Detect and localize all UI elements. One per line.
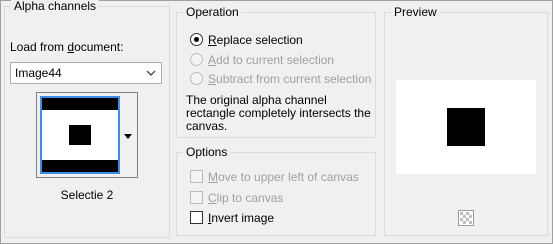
clip-to-canvas-label: Clip to canvas [208,191,284,205]
replace-selection-label: Replace selection [208,33,303,47]
checkbox [190,191,203,204]
thumbnail-dropdown-icon[interactable] [121,96,135,174]
preview-selection-square [447,108,485,146]
preview-title: Preview [391,5,440,19]
load-from-document-label: Load from document: [10,40,124,54]
document-select-value: Image44 [15,66,62,80]
radio-button [190,72,203,85]
radio-button [190,53,203,66]
alpha-channels-title: Alpha channels [11,0,100,13]
chevron-down-icon [145,63,157,83]
subtract-from-selection-label: Subtract from current selection [208,72,372,86]
options-title: Options [183,145,231,159]
operation-description: The original alpha channel rectangle com… [186,93,371,133]
add-to-selection-label: Add to current selection [208,53,335,67]
operation-title: Operation [183,5,242,19]
checkerboard-icon[interactable] [458,210,474,226]
checkbox [190,211,203,224]
selection-thumbnail [40,96,120,174]
thumbnail-bottom-bar [42,160,118,172]
thumbnail-square [69,125,91,145]
checkbox [190,170,203,183]
preview-canvas [396,80,536,174]
thumbnail-top-bar [42,98,118,110]
document-select[interactable]: Image44 [10,62,162,84]
selection-thumbnail-button[interactable] [36,92,138,178]
radio-button [190,33,203,46]
move-to-upper-left-label: Move to upper left of canvas [208,170,359,184]
invert-image-label: Invert image [208,211,275,225]
selection-caption: Selectie 2 [60,188,114,202]
